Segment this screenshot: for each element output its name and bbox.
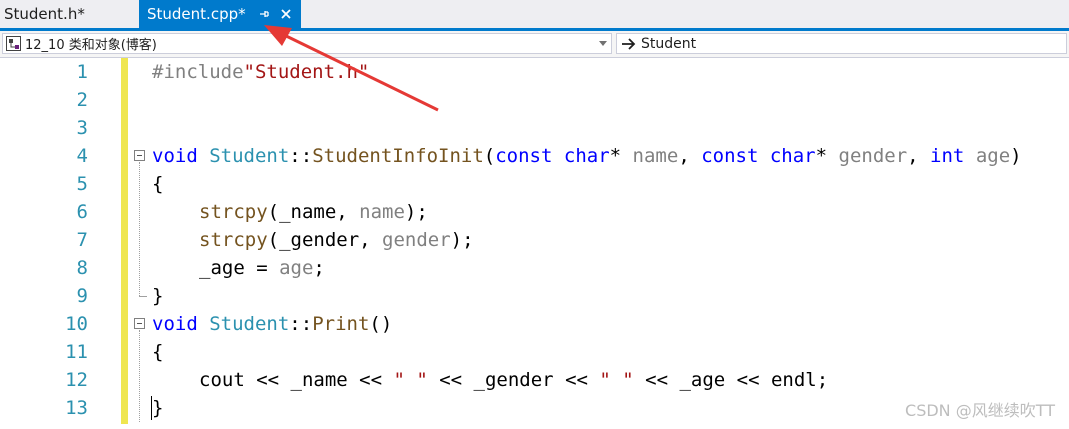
code-text: (_gender, <box>267 229 383 251</box>
code-line-5: { <box>152 173 164 195</box>
function-name: Print <box>312 313 370 335</box>
keyword: void <box>152 145 198 167</box>
close-icon[interactable] <box>279 7 293 21</box>
keyword: int <box>930 145 965 167</box>
navigation-bar: 12_10 类和对象(博客) Student <box>0 31 1069 58</box>
code-text: () <box>369 313 393 335</box>
line-number: 6 <box>76 201 88 223</box>
code-text: cout << _name << <box>199 369 394 391</box>
code-text: _age = <box>199 257 280 279</box>
code-line-1: #include"Student.h" <box>152 58 369 86</box>
keyword: char <box>769 145 816 167</box>
tab-label: Student.cpp* <box>147 5 246 23</box>
string-literal: " " <box>599 369 634 391</box>
code-text: ); <box>450 229 474 251</box>
code-line-9: } <box>152 285 164 307</box>
collapse-icon[interactable] <box>134 318 145 329</box>
function-name: StudentInfoInit <box>312 145 484 167</box>
line-number: 9 <box>76 285 88 307</box>
comma: , <box>678 145 702 167</box>
line-number: 11 <box>65 341 88 363</box>
line-number: 3 <box>76 117 88 139</box>
collapse-icon[interactable] <box>134 150 145 161</box>
string-literal: "Student.h" <box>243 61 370 83</box>
comma: , <box>907 145 931 167</box>
code-line-10: void Student::Print() <box>152 310 392 338</box>
keyword: const <box>701 145 759 167</box>
line-number: 7 <box>76 229 88 251</box>
outline-guide <box>139 162 141 296</box>
tab-label: Student.h* <box>4 5 85 23</box>
code-text: ; <box>313 257 325 279</box>
code-text: << _age << endl; <box>633 369 829 391</box>
code-text: << _gender << <box>427 369 600 391</box>
pointer: * <box>609 145 633 167</box>
class-name: Student <box>209 145 290 167</box>
code-line-8: _age = age; <box>199 254 325 282</box>
code-line-12: cout << _name << " " << _gender << " " <… <box>199 366 828 394</box>
line-number: 12 <box>65 369 88 391</box>
parameter: gender <box>382 229 451 251</box>
pointer: * <box>815 145 839 167</box>
code-line-11: { <box>152 341 164 363</box>
scope-name: Student <box>641 35 697 52</box>
scope-dropdown[interactable]: Student <box>616 33 1067 54</box>
pin-icon[interactable] <box>257 7 271 21</box>
parameter: age <box>279 257 314 279</box>
code-line-13: } <box>152 397 164 419</box>
keyword: void <box>152 313 198 335</box>
parameter: age <box>975 145 1011 167</box>
line-number: 2 <box>76 89 88 111</box>
change-tracking-bar <box>121 58 128 424</box>
code-editor[interactable]: 1 2 3 4 5 6 7 8 9 10 11 12 13 #include"S… <box>0 58 1069 429</box>
project-dropdown[interactable]: 12_10 类和对象(博客) <box>2 33 612 54</box>
watermark: CSDN @风继续吹TT <box>905 401 1055 420</box>
paren: ) <box>1010 145 1022 167</box>
line-number: 4 <box>76 145 88 167</box>
code-line-7: strcpy(_gender, gender); <box>199 226 474 254</box>
class-name: Student <box>209 313 290 335</box>
code-text: (_name, <box>267 201 360 223</box>
code-line-6: strcpy(_name, name); <box>199 198 428 226</box>
project-icon <box>6 36 21 51</box>
line-number: 1 <box>76 61 88 83</box>
scope-operator: :: <box>289 313 313 335</box>
tab-student-h[interactable]: Student.h* <box>0 0 135 28</box>
arrow-right-icon <box>622 37 636 50</box>
code-line-4: void Student::StudentInfoInit(const char… <box>152 142 1022 170</box>
preprocessor-directive: #include <box>152 61 244 83</box>
project-name: 12_10 类和对象(博客) <box>25 38 157 53</box>
scope-operator: :: <box>289 145 313 167</box>
parameter: name <box>632 145 679 167</box>
code-text: ); <box>404 201 428 223</box>
parameter: gender <box>838 145 908 167</box>
line-number: 8 <box>76 257 88 279</box>
keyword: char <box>563 145 610 167</box>
keyword: const <box>495 145 553 167</box>
function-name: strcpy <box>199 201 268 223</box>
text-cursor <box>151 396 152 420</box>
string-literal: " " <box>393 369 428 391</box>
parameter: name <box>359 201 405 223</box>
line-number: 5 <box>76 173 88 195</box>
line-number: 10 <box>65 313 88 335</box>
tab-student-cpp[interactable]: Student.cpp* <box>139 0 301 28</box>
function-name: strcpy <box>199 229 268 251</box>
paren: ( <box>483 145 496 167</box>
outline-guide <box>139 330 141 422</box>
chevron-down-icon[interactable] <box>599 41 607 46</box>
document-tab-strip: Student.h* Student.cpp* <box>0 0 1069 31</box>
outline-guide-end <box>139 296 147 297</box>
line-number: 13 <box>65 397 88 419</box>
